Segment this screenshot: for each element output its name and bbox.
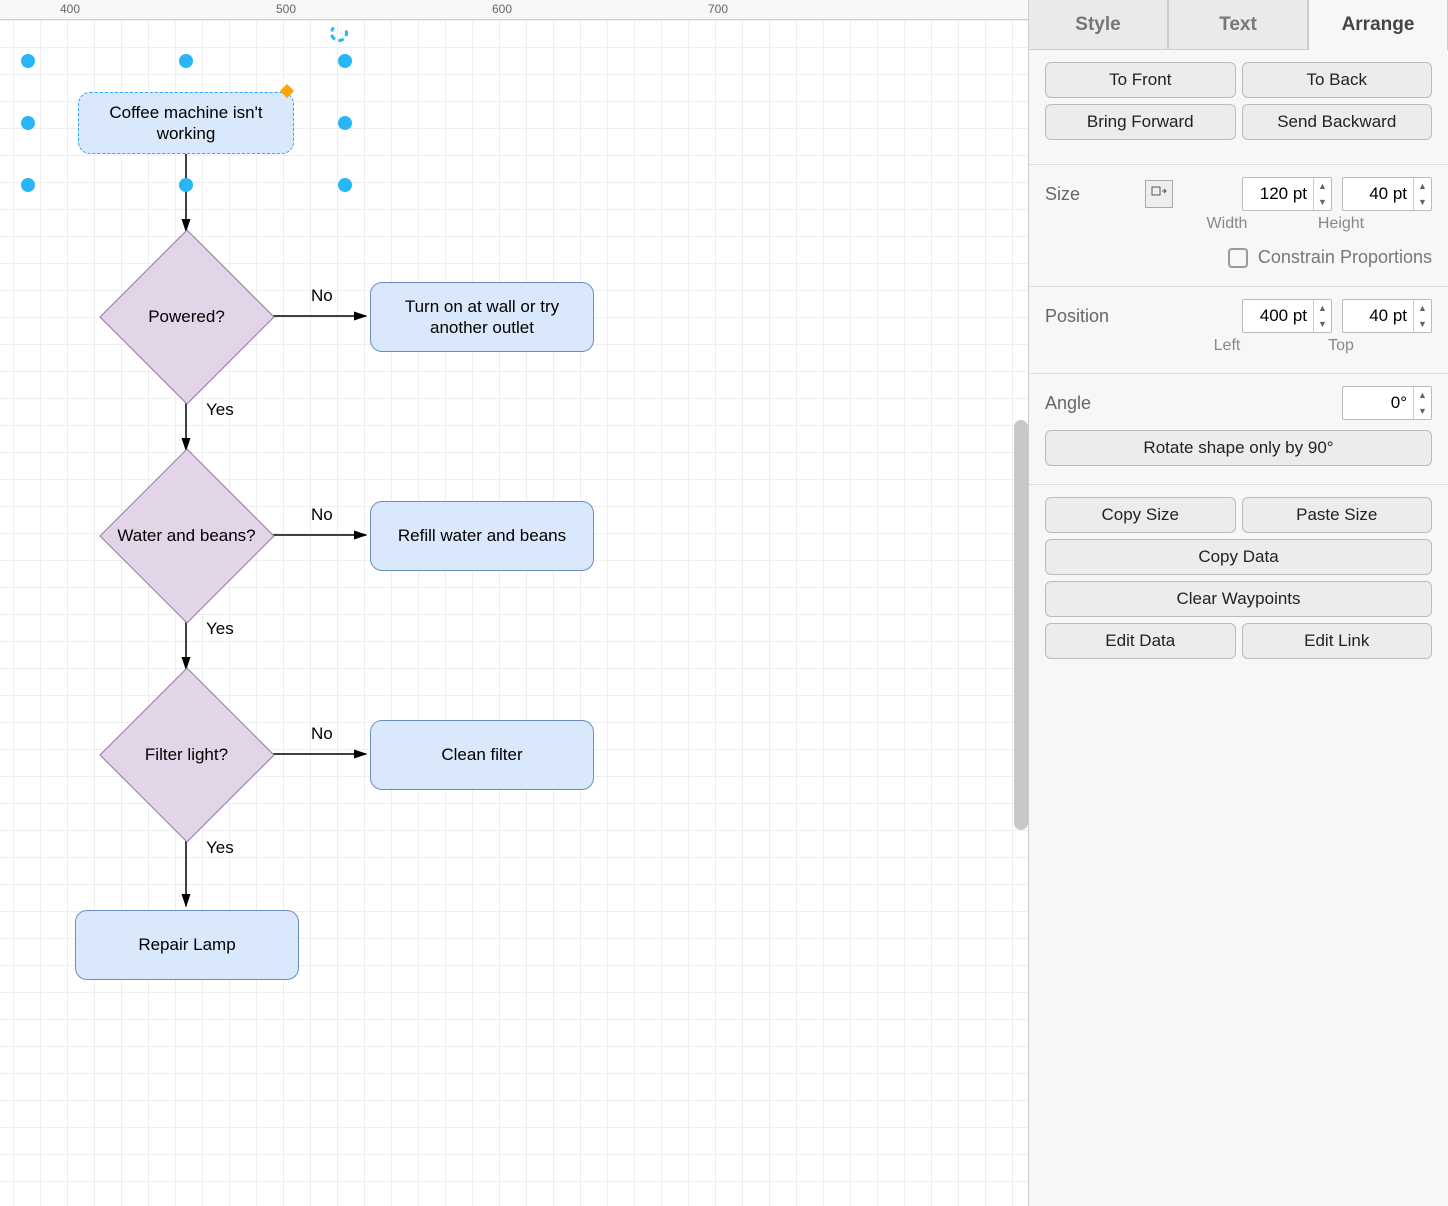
clear-waypoints-button[interactable]: Clear Waypoints: [1045, 581, 1432, 617]
size-label: Size: [1045, 184, 1135, 205]
edge-label-no: No: [311, 505, 333, 525]
format-sidebar: Style Text Arrange To Front To Back Brin…: [1028, 0, 1448, 1206]
to-back-button[interactable]: To Back: [1242, 62, 1433, 98]
left-stepper[interactable]: ▲▼: [1313, 300, 1331, 332]
canvas-area[interactable]: 400 500 600 700: [0, 0, 1028, 1206]
node-label: Turn on at wall or try another outlet: [379, 296, 585, 339]
autosize-icon[interactable]: [1145, 180, 1173, 208]
node-action-refill[interactable]: Refill water and beans: [370, 501, 594, 571]
height-field[interactable]: [1343, 184, 1413, 204]
selection-handle-w[interactable]: [21, 116, 35, 130]
left-input[interactable]: ▲▼: [1242, 299, 1332, 333]
edge-label-yes: Yes: [206, 619, 234, 639]
top-field[interactable]: [1343, 306, 1413, 326]
node-decision-powered[interactable]: Powered?: [99, 229, 274, 404]
section-size: Size ▲▼ ▲▼ Width Height Constrain Propor…: [1029, 165, 1448, 287]
edge-label-no: No: [311, 286, 333, 306]
left-field[interactable]: [1243, 306, 1313, 326]
position-label: Position: [1045, 306, 1135, 327]
left-sublabel: Left: [1175, 337, 1279, 355]
angle-stepper[interactable]: ▲▼: [1413, 387, 1431, 419]
height-input[interactable]: ▲▼: [1342, 177, 1432, 211]
constrain-checkbox[interactable]: [1228, 248, 1248, 268]
selection-handle-nw[interactable]: [21, 54, 35, 68]
section-actions: Copy Size Paste Size Copy Data Clear Way…: [1029, 485, 1448, 683]
node-action-power[interactable]: Turn on at wall or try another outlet: [370, 282, 594, 352]
edit-data-button[interactable]: Edit Data: [1045, 623, 1236, 659]
section-order: To Front To Back Bring Forward Send Back…: [1029, 50, 1448, 165]
node-action-clean-filter[interactable]: Clean filter: [370, 720, 594, 790]
selection-handle-se[interactable]: [338, 178, 352, 192]
node-label: Filter light?: [145, 744, 228, 765]
width-sublabel: Width: [1175, 215, 1279, 233]
tab-style[interactable]: Style: [1029, 0, 1168, 50]
top-sublabel: Top: [1289, 337, 1393, 355]
node-decision-filter[interactable]: Filter light?: [99, 667, 274, 842]
scrollbar-vertical[interactable]: [1014, 420, 1028, 830]
top-input[interactable]: ▲▼: [1342, 299, 1432, 333]
selection-handle-n[interactable]: [179, 54, 193, 68]
top-stepper[interactable]: ▲▼: [1413, 300, 1431, 332]
node-label: Refill water and beans: [398, 525, 566, 546]
selection-handle-e[interactable]: [338, 116, 352, 130]
node-end[interactable]: Repair Lamp: [75, 910, 299, 980]
canvas[interactable]: Coffee machine isn't working Powered? No…: [0, 20, 1028, 1206]
send-backward-button[interactable]: Send Backward: [1242, 104, 1433, 140]
constrain-label: Constrain Proportions: [1258, 247, 1432, 268]
width-input[interactable]: ▲▼: [1242, 177, 1332, 211]
tab-text[interactable]: Text: [1168, 0, 1308, 50]
bring-forward-button[interactable]: Bring Forward: [1045, 104, 1236, 140]
node-label: Water and beans?: [117, 525, 255, 546]
node-decision-water-beans[interactable]: Water and beans?: [99, 448, 274, 623]
section-angle: Angle ▲▼ Rotate shape only by 90°: [1029, 374, 1448, 485]
section-position: Position ▲▼ ▲▼ Left Top: [1029, 287, 1448, 374]
edge-label-yes: Yes: [206, 838, 234, 858]
to-front-button[interactable]: To Front: [1045, 62, 1236, 98]
tab-arrange[interactable]: Arrange: [1308, 0, 1448, 50]
rotate-handle-icon[interactable]: [330, 24, 348, 42]
node-label: Powered?: [148, 306, 225, 327]
paste-size-button[interactable]: Paste Size: [1242, 497, 1433, 533]
node-start[interactable]: Coffee machine isn't working: [78, 92, 294, 154]
copy-data-button[interactable]: Copy Data: [1045, 539, 1432, 575]
edge-label-yes: Yes: [206, 400, 234, 420]
tab-bar: Style Text Arrange: [1029, 0, 1448, 50]
edit-link-button[interactable]: Edit Link: [1242, 623, 1433, 659]
height-stepper[interactable]: ▲▼: [1413, 178, 1431, 210]
width-field[interactable]: [1243, 184, 1313, 204]
height-sublabel: Height: [1289, 215, 1393, 233]
copy-size-button[interactable]: Copy Size: [1045, 497, 1236, 533]
node-label: Coffee machine isn't working: [87, 102, 285, 145]
selection-handle-s[interactable]: [179, 178, 193, 192]
selection-handle-sw[interactable]: [21, 178, 35, 192]
angle-label: Angle: [1045, 393, 1135, 414]
angle-field[interactable]: [1343, 393, 1413, 413]
node-label: Repair Lamp: [138, 934, 235, 955]
node-label: Clean filter: [441, 744, 522, 765]
ruler-horizontal: 400 500 600 700: [0, 0, 1028, 20]
width-stepper[interactable]: ▲▼: [1313, 178, 1331, 210]
edge-label-no: No: [311, 724, 333, 744]
angle-input[interactable]: ▲▼: [1342, 386, 1432, 420]
selection-handle-ne[interactable]: [338, 54, 352, 68]
rotate-90-button[interactable]: Rotate shape only by 90°: [1045, 430, 1432, 466]
